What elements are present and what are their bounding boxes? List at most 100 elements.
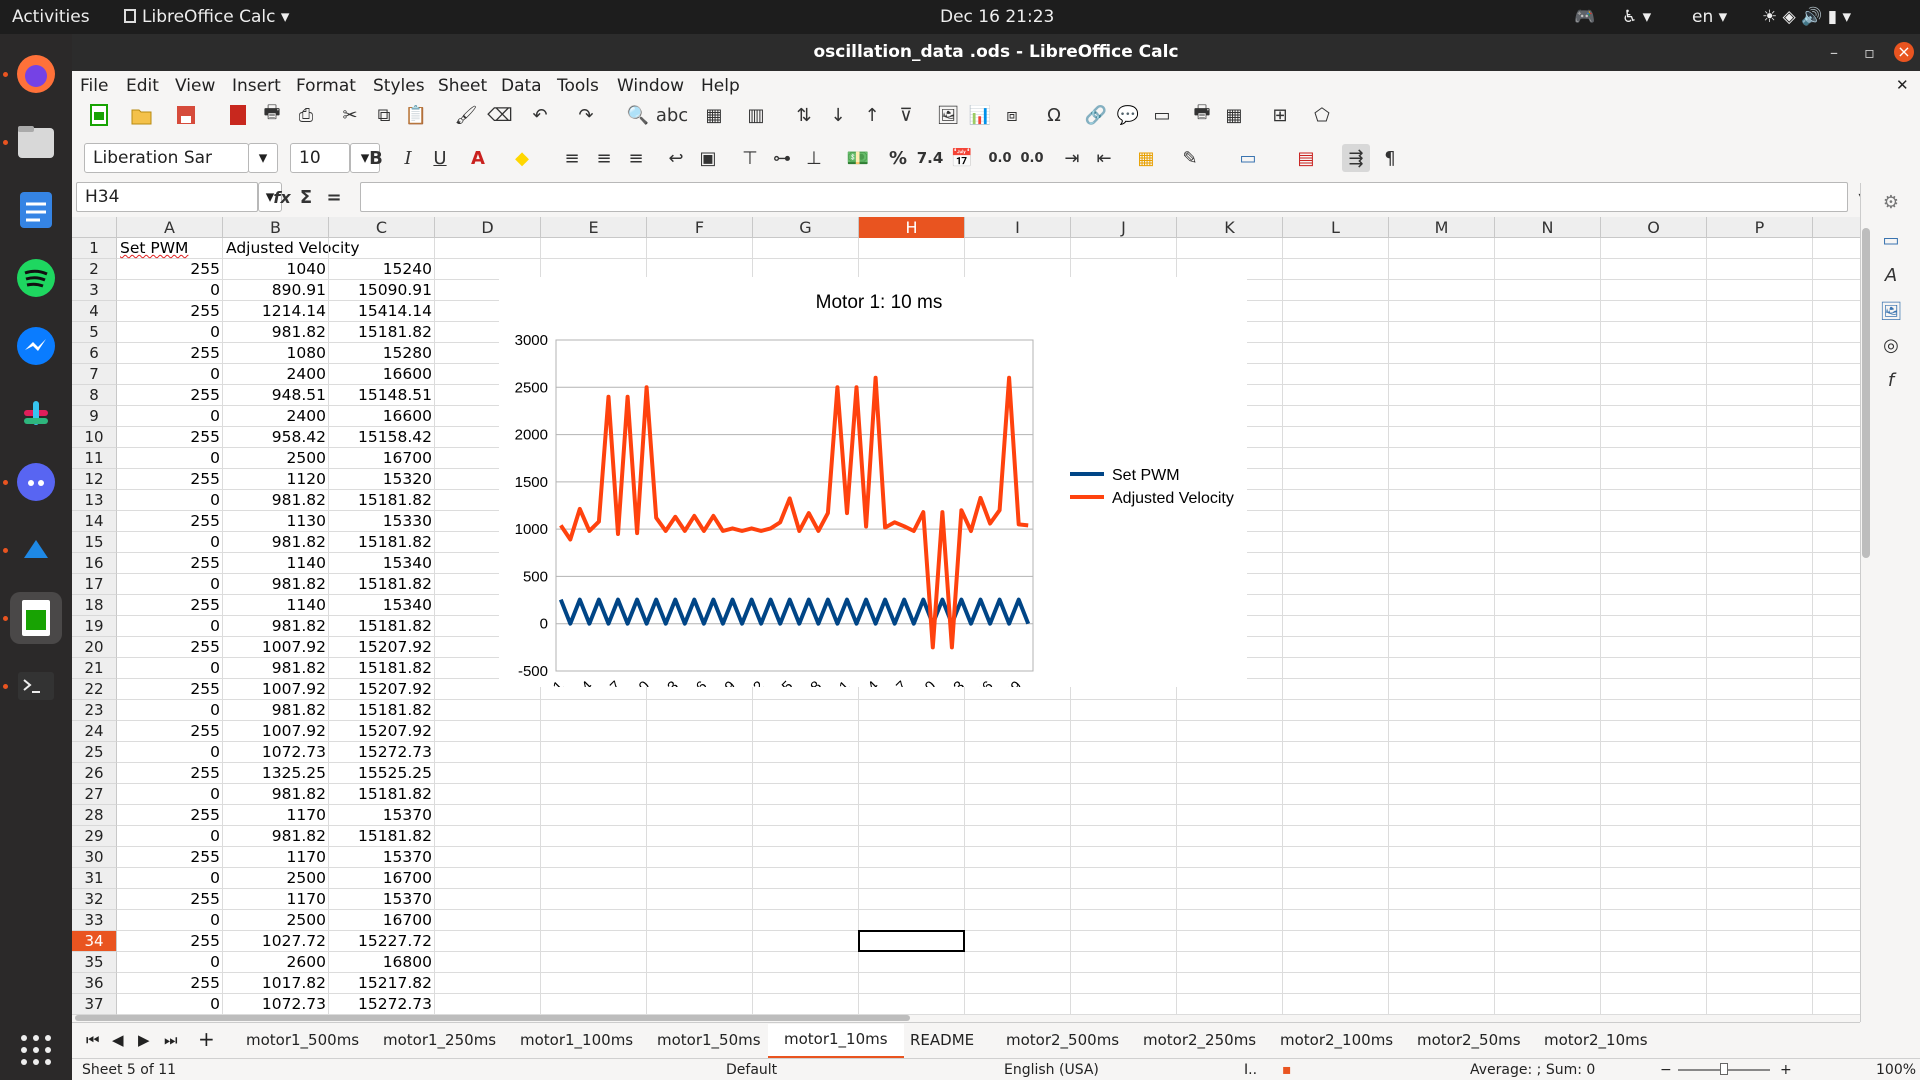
horizontal-scrollbar-thumb[interactable] xyxy=(75,1015,910,1021)
cell-c36[interactable]: 15217.82 xyxy=(330,973,434,994)
font-name-box[interactable]: Liberation Sar xyxy=(84,143,249,173)
remote-desktop-icon[interactable] xyxy=(10,524,62,576)
show-draw-functions-icon[interactable]: ⬠ xyxy=(1308,101,1336,129)
vertical-scrollbar-thumb[interactable] xyxy=(1862,228,1870,558)
clone-formatting-icon[interactable]: 🖌 xyxy=(452,101,480,129)
cell-a11[interactable]: 0 xyxy=(118,448,222,469)
row-header[interactable]: 21 xyxy=(72,658,117,679)
cell-c9[interactable]: 16600 xyxy=(330,406,434,427)
export-pdf-icon[interactable] xyxy=(224,101,252,129)
cell-a17[interactable]: 0 xyxy=(118,574,222,595)
cell-a13[interactable]: 0 xyxy=(118,490,222,511)
row-header[interactable]: 20 xyxy=(72,637,117,658)
cell-a21[interactable]: 0 xyxy=(118,658,222,679)
row-header[interactable]: 32 xyxy=(72,889,117,910)
selection-summary[interactable]: Average: ; Sum: 0 xyxy=(1470,1062,1595,1078)
menu-data[interactable]: Data xyxy=(501,76,542,96)
row-header[interactable]: 28 xyxy=(72,805,117,826)
cell-c13[interactable]: 15181.82 xyxy=(330,490,434,511)
cell-c10[interactable]: 15158.42 xyxy=(330,427,434,448)
column-header-g[interactable]: G xyxy=(753,217,859,238)
cell-a35[interactable]: 0 xyxy=(118,952,222,973)
cell-c20[interactable]: 15207.92 xyxy=(330,637,434,658)
column-header-j[interactable]: J xyxy=(1071,217,1177,238)
app-menu[interactable]: LibreOffice Calc ▾ xyxy=(124,7,289,27)
menu-file[interactable]: File xyxy=(80,76,108,96)
row-header[interactable]: 14 xyxy=(72,511,117,532)
tasks-icon[interactable] xyxy=(10,184,62,236)
cell-b21[interactable]: 981.82 xyxy=(224,658,328,679)
sheet-tab-motor2_100ms[interactable]: motor2_100ms xyxy=(1280,1031,1393,1049)
column-header-p[interactable]: P xyxy=(1707,217,1813,238)
row-header[interactable]: 17 xyxy=(72,574,117,595)
cell-b8[interactable]: 948.51 xyxy=(224,385,328,406)
increase-indent-icon[interactable]: ⇥ xyxy=(1058,144,1086,172)
find-replace-icon[interactable]: 🔍 xyxy=(624,101,652,129)
row-header[interactable]: 5 xyxy=(72,322,117,343)
cell-c32[interactable]: 15370 xyxy=(330,889,434,910)
row-header[interactable]: 19 xyxy=(72,616,117,637)
cell-a9[interactable]: 0 xyxy=(118,406,222,427)
cell-b6[interactable]: 1080 xyxy=(224,343,328,364)
menu-styles[interactable]: Styles xyxy=(373,76,425,96)
spotify-icon[interactable] xyxy=(10,252,62,304)
navigator-icon[interactable]: ◎ xyxy=(1877,331,1905,359)
sidebar-settings-icon[interactable]: ⚙ xyxy=(1877,188,1905,216)
name-box[interactable]: H34 xyxy=(76,182,258,212)
delete-decimal-button[interactable]: 0.0 xyxy=(1018,144,1046,172)
decrease-indent-icon[interactable]: ⇤ xyxy=(1090,144,1118,172)
cell-a25[interactable]: 0 xyxy=(118,742,222,763)
font-color-icon[interactable]: A xyxy=(464,144,492,172)
cell-c2[interactable]: 15240 xyxy=(330,259,434,280)
hyperlink-icon[interactable]: 🔗 xyxy=(1082,101,1110,129)
row-header[interactable]: 15 xyxy=(72,532,117,553)
cell-b11[interactable]: 2500 xyxy=(224,448,328,469)
cell-a20[interactable]: 255 xyxy=(118,637,222,658)
align-middle-icon[interactable]: ⊶ xyxy=(768,144,796,172)
cell-c15[interactable]: 15181.82 xyxy=(330,532,434,553)
insert-chart-icon[interactable]: 📊 xyxy=(966,101,994,129)
cell-a22[interactable]: 255 xyxy=(118,679,222,700)
menu-view[interactable]: View xyxy=(175,76,215,96)
clear-formatting-icon[interactable]: ⌫ xyxy=(486,101,514,129)
cell-a1[interactable]: Set PWM xyxy=(118,238,222,259)
cell-a37[interactable]: 0 xyxy=(118,994,222,1015)
sort-descending-icon[interactable]: ↑ xyxy=(858,101,886,129)
cell-b34[interactable]: 1027.72 xyxy=(224,931,328,952)
sheet-tab-motor1_10ms[interactable]: motor1_10ms xyxy=(768,1024,904,1058)
row-header[interactable]: 16 xyxy=(72,553,117,574)
column-header-m[interactable]: M xyxy=(1389,217,1495,238)
cell-a24[interactable]: 255 xyxy=(118,721,222,742)
column-icon[interactable]: ▥ xyxy=(742,101,770,129)
cell-a30[interactable]: 255 xyxy=(118,847,222,868)
cell-b10[interactable]: 958.42 xyxy=(224,427,328,448)
cell-b25[interactable]: 1072.73 xyxy=(224,742,328,763)
conditional-format-icon[interactable]: ▤ xyxy=(1292,144,1320,172)
clock[interactable]: Dec 16 21:23 xyxy=(940,7,1054,27)
row-header[interactable]: 13 xyxy=(72,490,117,511)
cell-c27[interactable]: 15181.82 xyxy=(330,784,434,805)
cell-a31[interactable]: 0 xyxy=(118,868,222,889)
cell-b18[interactable]: 1140 xyxy=(224,595,328,616)
cell-b13[interactable]: 981.82 xyxy=(224,490,328,511)
row-header[interactable]: 26 xyxy=(72,763,117,784)
properties-icon[interactable]: ▭ xyxy=(1877,226,1905,254)
merge-cells-icon[interactable]: ▣ xyxy=(694,144,722,172)
files-icon[interactable] xyxy=(10,116,62,168)
sheet-tab-motor1_250ms[interactable]: motor1_250ms xyxy=(383,1031,496,1049)
last-sheet-icon[interactable]: ⏭ xyxy=(164,1031,178,1049)
cell-b16[interactable]: 1140 xyxy=(224,553,328,574)
cell-a19[interactable]: 0 xyxy=(118,616,222,637)
terminal-icon[interactable] xyxy=(10,660,62,712)
copy-icon[interactable]: ⧉ xyxy=(370,101,398,129)
cell-b14[interactable]: 1130 xyxy=(224,511,328,532)
cell-c25[interactable]: 15272.73 xyxy=(330,742,434,763)
cell-a33[interactable]: 0 xyxy=(118,910,222,931)
cell-c30[interactable]: 15370 xyxy=(330,847,434,868)
cut-icon[interactable]: ✂ xyxy=(336,101,364,129)
cell-b20[interactable]: 1007.92 xyxy=(224,637,328,658)
cell-b15[interactable]: 981.82 xyxy=(224,532,328,553)
cell-c35[interactable]: 16800 xyxy=(330,952,434,973)
font-name-dropdown[interactable]: ▾ xyxy=(248,143,278,173)
cell-c18[interactable]: 15340 xyxy=(330,595,434,616)
